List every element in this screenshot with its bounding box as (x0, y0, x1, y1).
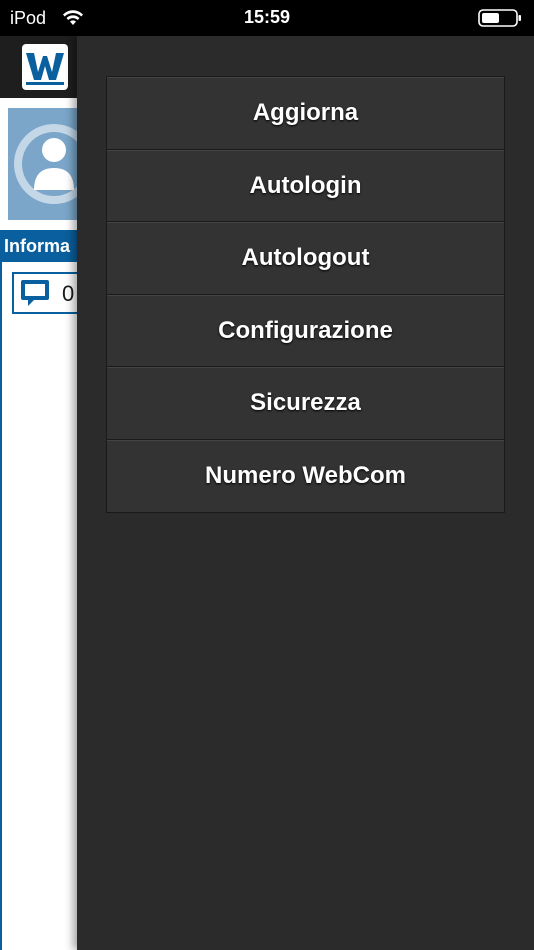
badge-count: 0 (62, 281, 75, 306)
menu-item-autologin[interactable]: Autologin (107, 149, 504, 222)
status-bar: iPod 15:59 (0, 0, 534, 36)
chat-bubble-icon (21, 280, 49, 306)
drawer-menu: Aggiorna Autologin Autologout Configuraz… (106, 76, 505, 513)
section-border (0, 262, 2, 950)
side-drawer: Aggiorna Autologin Autologout Configuraz… (77, 36, 534, 950)
menu-item-configurazione[interactable]: Configurazione (107, 294, 504, 367)
app-logo-graphic (26, 53, 64, 85)
app-logo-icon[interactable] (22, 44, 68, 90)
battery-icon (478, 9, 521, 27)
menu-item-numero-webcom[interactable]: Numero WebCom (107, 439, 504, 512)
menu-item-autologout[interactable]: Autologout (107, 222, 504, 295)
menu-item-aggiorna[interactable]: Aggiorna (107, 77, 504, 150)
menu-item-sicurezza[interactable]: Sicurezza (107, 367, 504, 440)
clock-label: 15:59 (243, 7, 291, 27)
screen: iPod 15:59 Informa 0 Aggiorna Autologin … (0, 0, 534, 950)
